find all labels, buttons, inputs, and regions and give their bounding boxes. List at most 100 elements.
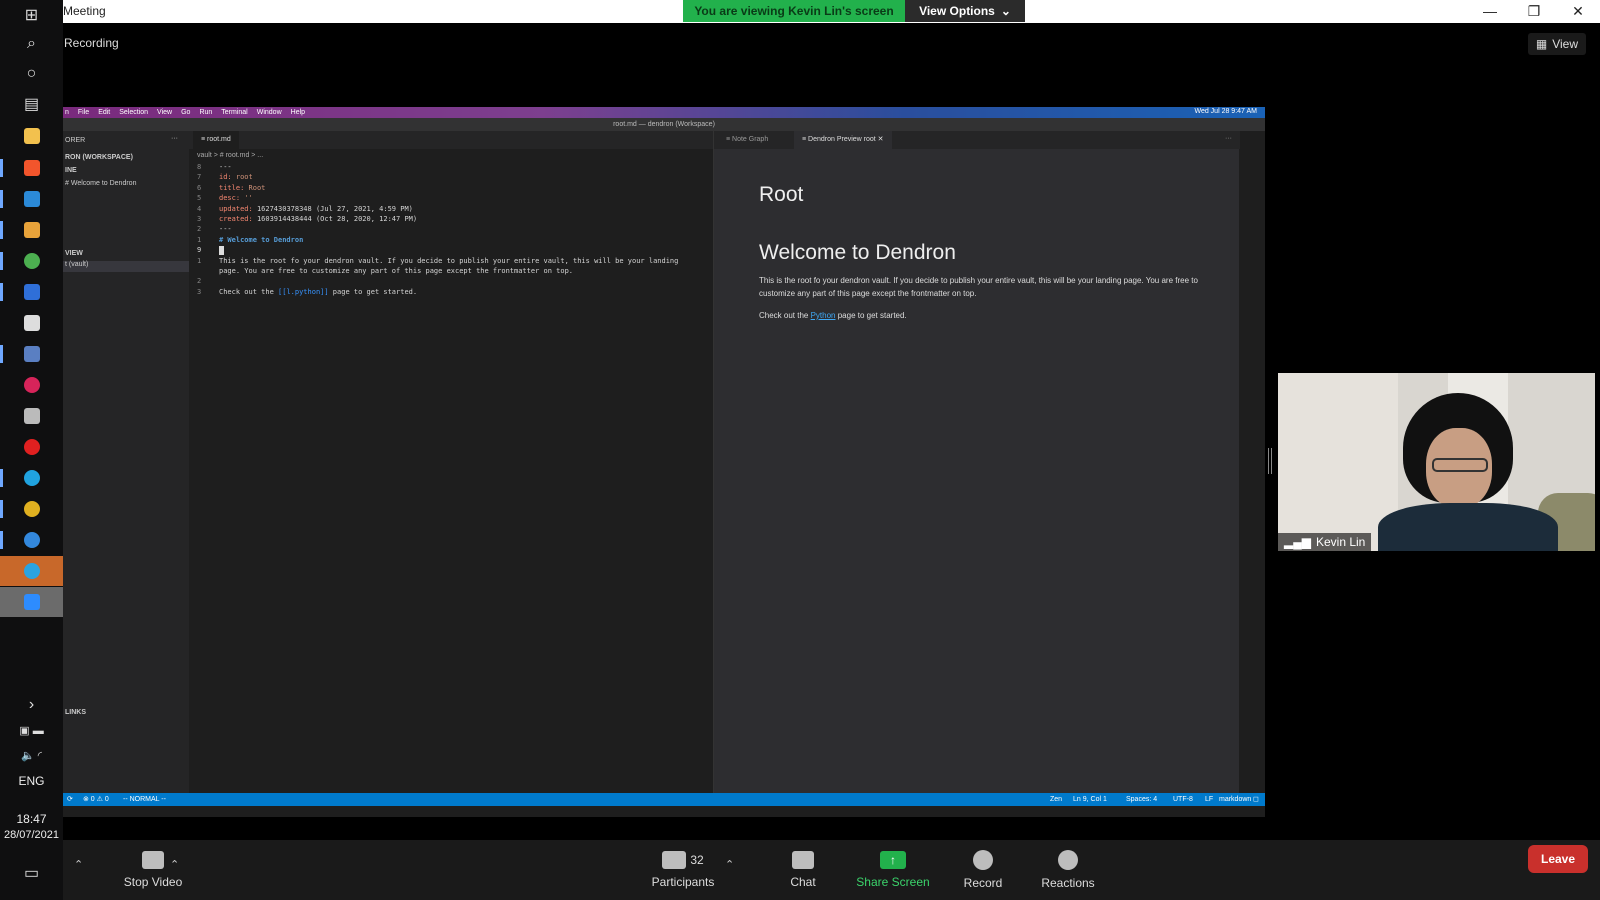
tab-note-graph-label: Note Graph: [732, 136, 769, 143]
tree-item[interactable]: t (vault): [63, 261, 189, 272]
cursor-position[interactable]: Ln 9, Col 1: [1073, 793, 1107, 806]
restore-icon[interactable]: ❐: [1512, 0, 1556, 22]
menu-view[interactable]: View: [157, 109, 172, 116]
chrome-icon-2[interactable]: [0, 494, 63, 524]
line-ending[interactable]: LF: [1205, 793, 1213, 806]
language-indicator[interactable]: ENG: [0, 774, 63, 788]
windows-start-icon[interactable]: ⊞: [0, 0, 63, 30]
git-icon[interactable]: [0, 215, 63, 245]
share-screen-icon: ↑: [880, 851, 906, 869]
reactions-button[interactable]: Reactions: [1018, 840, 1118, 900]
participants-options-caret[interactable]: ⌃: [725, 858, 734, 871]
indentation[interactable]: Spaces: 4: [1126, 793, 1157, 806]
record-button[interactable]: Record: [943, 840, 1023, 900]
tab-dendron-preview[interactable]: ≡ Dendron Preview root ✕: [794, 131, 892, 149]
view-options-button[interactable]: View Options ⌄: [905, 0, 1025, 22]
view-button[interactable]: ▦ View: [1527, 33, 1586, 55]
backlinks-header[interactable]: LINKS: [65, 709, 86, 716]
file-explorer-icon[interactable]: [0, 121, 63, 151]
document-icon[interactable]: [0, 339, 63, 369]
tab-root-md[interactable]: ≡ root.md: [193, 131, 239, 149]
recording-indicator[interactable]: Recording: [64, 36, 119, 50]
minimize-icon[interactable]: —: [1468, 0, 1512, 22]
tool-icon[interactable]: [0, 401, 63, 431]
encoding[interactable]: UTF-8: [1173, 793, 1193, 806]
tab-note-graph[interactable]: ≡ Note Graph: [718, 131, 776, 149]
leave-button[interactable]: Leave: [1528, 845, 1588, 873]
debian-icon[interactable]: [0, 370, 63, 400]
cortana-icon[interactable]: ○: [0, 59, 63, 89]
workspace-header[interactable]: RON (WORKSPACE): [65, 154, 133, 161]
menu-edit[interactable]: Edit: [98, 109, 110, 116]
app-icon[interactable]: [0, 277, 63, 307]
breadcrumb[interactable]: vault > # root.md > ...: [197, 152, 263, 159]
code-editor[interactable]: 8 --- 7 id: root 6 title: Root 5 desc: '' 4 u…: [197, 163, 678, 298]
participant-name-tag: ▂▄▆ Kevin Lin: [1278, 533, 1372, 551]
tab-dendron-preview-label: Dendron Preview root: [808, 136, 876, 143]
editor-pane[interactable]: ≡ root.md vault > # root.md > ... 8 --- 7…: [189, 131, 719, 793]
menu-run[interactable]: Run: [199, 109, 212, 116]
code-line: 7 id: root: [197, 173, 678, 183]
more-actions-icon[interactable]: ···: [171, 135, 178, 142]
menu-help[interactable]: Help: [291, 109, 305, 116]
menu-terminal[interactable]: Terminal: [221, 109, 247, 116]
task-view-icon[interactable]: ▤: [0, 89, 63, 119]
close-tab-icon[interactable]: ✕: [876, 136, 884, 143]
code-line: 1 This is the root fo your dendron vault.…: [197, 257, 678, 267]
dendron-preview-pane[interactable]: ≡ Note Graph ≡ Dendron Preview root ✕ ··…: [713, 131, 1240, 793]
participants-button[interactable]: 32 Participants: [633, 840, 733, 900]
record-label: Record: [963, 876, 1003, 890]
notification-icon[interactable]: ▭: [0, 858, 63, 888]
problems-status[interactable]: ⊗ 0 ⚠ 0: [83, 793, 109, 806]
stop-video-button[interactable]: Stop Video: [103, 840, 203, 900]
sync-icon[interactable]: ⟳: [67, 793, 73, 806]
brave-icon[interactable]: [0, 153, 63, 183]
wiki-link[interactable]: [[l.python]]: [278, 288, 329, 298]
outline-header[interactable]: INE: [65, 167, 77, 174]
meeting-controls-bar: ⌃ Stop Video ⌃ 32 Participants ⌃ Chat ↑ S…: [63, 840, 1600, 900]
outline-item[interactable]: # Welcome to Dendron: [65, 180, 136, 187]
code-text: ---: [219, 163, 232, 171]
view-label: View: [1552, 37, 1578, 51]
code-text: page. You are free to customize any part…: [219, 266, 574, 275]
tree-view-header[interactable]: VIEW: [65, 250, 83, 257]
chrome-icon[interactable]: [0, 246, 63, 276]
line-number: 1: [197, 256, 202, 265]
panel-resize-handle[interactable]: [1268, 448, 1272, 474]
clock-date[interactable]: 28/07/2021: [0, 829, 63, 841]
language-mode[interactable]: markdown: [1219, 793, 1251, 806]
zen-mode[interactable]: Zen: [1050, 793, 1062, 806]
vscode-icon[interactable]: [0, 184, 63, 214]
skype-icon[interactable]: [0, 463, 63, 493]
app-icon-2[interactable]: [0, 525, 63, 555]
line-number: 3: [197, 287, 202, 296]
telegram-icon[interactable]: [0, 556, 63, 586]
windows-taskbar: ⊞ ⌕ ○ ▤ › ▣ ▬ 🔈 ◜ ENG 18:47 28/07/2021 ▭: [0, 0, 63, 900]
code-line: 4 updated: 1627430378348 (Jul 27, 2021, 4…: [197, 205, 678, 215]
zoom-meeting-screen: ⊞ ⌕ ○ ▤ › ▣ ▬ 🔈 ◜ ENG 18:47 28/07/2021 ▭…: [0, 0, 1600, 900]
yaml-value: 1627430378348 (Jul 27, 2021, 4:59 PM): [256, 204, 413, 213]
inkscape-icon[interactable]: [0, 308, 63, 338]
menu-window[interactable]: Window: [257, 109, 282, 116]
video-options-caret[interactable]: ⌃: [170, 858, 179, 871]
line-number: 4: [197, 204, 202, 213]
participant-video[interactable]: ▂▄▆ Kevin Lin: [1278, 373, 1595, 551]
share-screen-button[interactable]: ↑ Share Screen: [843, 840, 943, 900]
more-actions-icon[interactable]: ···: [1225, 135, 1232, 142]
menu-go[interactable]: Go: [181, 109, 190, 116]
close-icon[interactable]: ✕: [1556, 0, 1600, 22]
volume-wifi-icons[interactable]: 🔈 ◜: [0, 740, 63, 770]
audio-options-caret[interactable]: ⌃: [74, 858, 83, 871]
shared-screen[interactable]: n File Edit Selection View Go Run Termin…: [63, 107, 1265, 817]
code-line: 8 ---: [197, 163, 678, 173]
chat-button[interactable]: Chat: [763, 840, 843, 900]
zoom-icon[interactable]: [0, 587, 63, 617]
menu-file[interactable]: File: [78, 109, 89, 116]
search-icon[interactable]: ⌕: [0, 29, 63, 59]
menu-selection[interactable]: Selection: [119, 109, 148, 116]
notification-bell-icon[interactable]: ◻: [1253, 793, 1259, 806]
clock-time[interactable]: 18:47: [0, 812, 63, 826]
opera-icon[interactable]: [0, 432, 63, 462]
chat-icon: [792, 851, 814, 869]
python-link[interactable]: Python: [811, 311, 836, 320]
